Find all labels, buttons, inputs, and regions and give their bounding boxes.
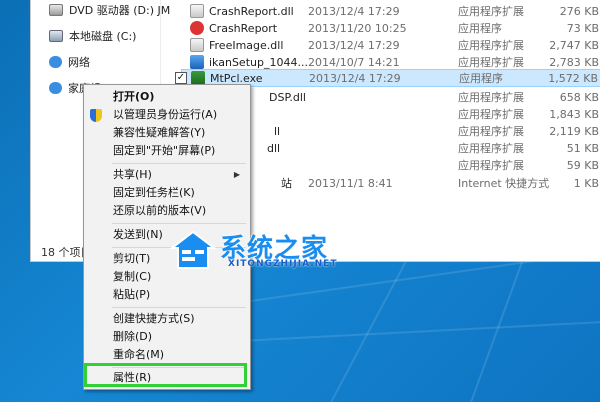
file-date: 2014/10/7 14:21 bbox=[308, 55, 400, 69]
file-type: 应用程序扩展 bbox=[458, 108, 524, 121]
menu-separator bbox=[112, 223, 246, 224]
file-date: 2013/12/4 17:29 bbox=[308, 4, 400, 18]
bug-icon bbox=[190, 21, 204, 35]
watermark-logo-icon bbox=[169, 230, 217, 269]
setup-icon bbox=[190, 55, 204, 69]
file-row[interactable]: FreeImage.dll 2013/12/4 17:29 应用程序扩展 2,7… bbox=[181, 36, 600, 54]
nav-item-network[interactable]: 网络 bbox=[49, 54, 90, 70]
file-size: 73 KB bbox=[566, 21, 599, 35]
file-type: 应用程序扩展 bbox=[458, 159, 524, 172]
menu-separator bbox=[112, 307, 246, 308]
homegroup-icon bbox=[49, 82, 62, 94]
file-size: 276 KB bbox=[559, 4, 599, 18]
file-date: 2013/11/20 10:25 bbox=[308, 21, 407, 35]
file-size: 1,572 KB bbox=[548, 71, 598, 85]
uac-shield-icon bbox=[90, 109, 102, 122]
menu-item-pin-to-taskbar[interactable]: 固定到任务栏(K) bbox=[84, 184, 250, 202]
nav-item-label: 网络 bbox=[68, 56, 90, 69]
nav-item-dvd-drive[interactable]: DVD 驱动器 (D:) JM bbox=[49, 2, 170, 18]
file-size: 2,783 KB bbox=[549, 55, 599, 69]
file-type: 应用程序扩展 bbox=[458, 5, 524, 18]
file-size: 2,747 KB bbox=[549, 38, 599, 52]
nav-item-label: DVD 驱动器 (D:) JM bbox=[69, 4, 171, 17]
submenu-arrow-icon: ▶ bbox=[233, 170, 240, 179]
dvd-icon bbox=[49, 4, 63, 16]
nav-item-local-disk[interactable]: 本地磁盘 (C:) bbox=[49, 28, 136, 44]
file-size: 51 KB bbox=[566, 141, 599, 155]
menu-item-delete[interactable]: 删除(D) bbox=[84, 328, 250, 346]
menu-item-create-shortcut[interactable]: 创建快捷方式(S) bbox=[84, 310, 250, 328]
file-date: 2013/12/4 17:29 bbox=[309, 71, 401, 85]
file-size: 2,119 KB bbox=[549, 124, 599, 138]
file-type: 应用程序扩展 bbox=[458, 39, 524, 52]
file-name: DSP.dll bbox=[269, 90, 306, 104]
dll-icon bbox=[190, 38, 204, 52]
menu-item-paste[interactable]: 粘贴(P) bbox=[84, 286, 250, 304]
file-name: 站 bbox=[281, 177, 292, 190]
file-name: ikanSetup_1044... bbox=[209, 55, 308, 69]
file-size: 658 KB bbox=[559, 90, 599, 104]
file-row[interactable]: CrashReport 2013/11/20 10:25 应用程序 73 KB bbox=[181, 19, 600, 37]
menu-item-label: 以管理员身份运行(A) bbox=[113, 108, 218, 121]
menu-item-run-as-admin[interactable]: 以管理员身份运行(A) bbox=[84, 106, 250, 124]
properties-highlight-box bbox=[84, 363, 247, 387]
file-type: 应用程序扩展 bbox=[458, 125, 524, 138]
file-type: 应用程序扩展 bbox=[458, 142, 524, 155]
network-icon bbox=[49, 56, 62, 68]
file-size: 1,843 KB bbox=[549, 107, 599, 121]
file-date: 2013/11/1 8:41 bbox=[308, 176, 393, 190]
menu-item-open[interactable]: 打开(O) bbox=[84, 88, 250, 106]
dll-icon bbox=[190, 4, 204, 18]
row-checkbox[interactable]: ✓ bbox=[175, 72, 187, 84]
menu-item-rename[interactable]: 重命名(M) bbox=[84, 346, 250, 364]
file-name: dll bbox=[267, 141, 281, 155]
file-type: 应用程序 bbox=[458, 22, 502, 35]
file-type: 应用程序扩展 bbox=[458, 91, 524, 104]
file-name: ll bbox=[274, 124, 281, 138]
file-name: FreeImage.dll bbox=[209, 38, 284, 52]
nav-item-label: 本地磁盘 (C:) bbox=[69, 30, 137, 43]
file-size: 59 KB bbox=[566, 158, 599, 172]
file-date: 2013/12/4 17:29 bbox=[308, 38, 400, 52]
file-name: MtPcl.exe bbox=[210, 71, 263, 85]
watermark: 系统之家 XITONGZHIJIA.NET bbox=[168, 226, 348, 276]
file-type: 应用程序 bbox=[459, 72, 503, 85]
file-name: CrashReport bbox=[209, 21, 278, 35]
file-type: 应用程序扩展 bbox=[458, 56, 524, 69]
menu-item-compat-troubleshoot[interactable]: 兼容性疑难解答(Y) bbox=[84, 124, 250, 142]
menu-item-share[interactable]: 共享(H) ▶ bbox=[84, 166, 250, 184]
watermark-subtitle: XITONGZHIJIA.NET bbox=[228, 259, 338, 269]
menu-item-restore-versions[interactable]: 还原以前的版本(V) bbox=[84, 202, 250, 220]
file-name: CrashReport.dll bbox=[209, 4, 294, 18]
menu-item-label: 共享(H) bbox=[113, 168, 152, 181]
desktop-stripe bbox=[240, 320, 600, 342]
file-size: 1 KB bbox=[573, 176, 599, 190]
disk-icon bbox=[49, 30, 63, 42]
file-row[interactable]: CrashReport.dll 2013/12/4 17:29 应用程序扩展 2… bbox=[181, 2, 600, 20]
menu-separator bbox=[112, 163, 246, 164]
menu-item-pin-to-start[interactable]: 固定到"开始"屏幕(P) bbox=[84, 142, 250, 160]
exe-icon bbox=[191, 71, 205, 85]
